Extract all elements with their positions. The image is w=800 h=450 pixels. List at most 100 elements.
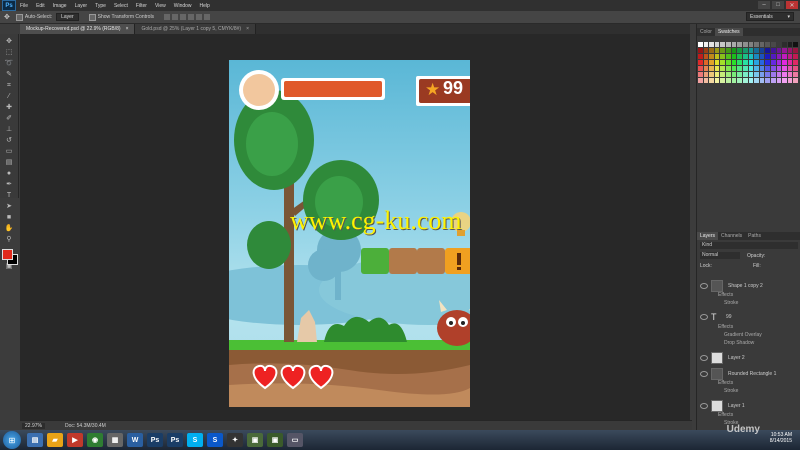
swatch[interactable] [742,54,748,59]
swatch[interactable] [714,72,720,77]
swatch[interactable] [726,72,731,77]
swatch[interactable] [748,66,754,71]
swatch[interactable] [770,60,776,65]
swatch[interactable] [782,48,787,53]
swatch[interactable] [776,42,782,47]
eye-icon[interactable] [700,283,708,289]
menu-file[interactable]: File [20,3,28,9]
swatch[interactable] [720,66,726,71]
swatch[interactable] [742,72,748,77]
swatch[interactable] [698,42,703,47]
swatch[interactable] [759,66,765,71]
system-clock[interactable]: 10:53 AM 8/14/2015 [770,432,792,444]
swatch[interactable] [731,72,737,77]
menu-filter[interactable]: Filter [136,3,147,9]
swatch[interactable] [737,78,742,83]
brush-tool-icon[interactable]: ✐ [4,115,14,123]
swatch[interactable] [742,78,748,83]
swatch[interactable] [793,60,798,65]
media-player-icon[interactable]: ▶ [67,433,83,447]
swatch[interactable] [776,48,782,53]
swatch[interactable] [776,54,782,59]
menu-view[interactable]: View [155,3,166,9]
start-button[interactable]: ⊞ [3,431,21,449]
swatch[interactable] [737,54,742,59]
swatch[interactable] [703,54,709,59]
swatch[interactable] [782,42,787,47]
swatch[interactable] [703,78,709,83]
auto-select-checkbox[interactable] [15,13,23,21]
dodge-tool-icon[interactable]: ● [4,170,14,178]
align-bottom-icon[interactable] [180,14,187,20]
eyedropper-tool-icon[interactable]: ⁄ [4,93,14,101]
app-3-icon[interactable]: ▣ [267,433,283,447]
swatch[interactable] [759,48,765,53]
swatch[interactable] [765,66,770,71]
zoom-level[interactable]: 22.97% [22,423,45,429]
swatch[interactable] [698,66,703,71]
chrome-icon[interactable]: ◉ [87,433,103,447]
eye-icon[interactable] [700,371,708,377]
swatch[interactable] [731,54,737,59]
swatch[interactable] [787,54,793,59]
swatch[interactable] [754,54,759,59]
swatch[interactable] [726,42,731,47]
hand-tool-icon[interactable]: ✋ [4,225,14,233]
swatch[interactable] [742,48,748,53]
swatch[interactable] [720,54,726,59]
path-select-tool-icon[interactable]: ➤ [4,203,14,211]
swatch[interactable] [770,72,776,77]
layer-row[interactable]: Layer 2 [696,352,800,364]
swatch[interactable] [709,48,714,53]
swatch[interactable] [726,66,731,71]
swatch[interactable] [748,42,754,47]
close-icon[interactable]: × [246,26,249,32]
shape-tool-icon[interactable]: ■ [4,214,14,222]
swatch[interactable] [726,78,731,83]
swatch[interactable] [793,42,798,47]
swatch[interactable] [748,54,754,59]
swatch[interactable] [737,60,742,65]
swatch[interactable] [793,66,798,71]
menu-type[interactable]: Type [95,3,106,9]
swatch[interactable] [770,78,776,83]
align-center-icon[interactable] [196,14,203,20]
swatch[interactable] [709,72,714,77]
swatch[interactable] [709,54,714,59]
swatch[interactable] [720,60,726,65]
swatch[interactable] [759,72,765,77]
auto-select-dropdown[interactable]: Layer [56,13,79,21]
menu-window[interactable]: Window [174,3,192,9]
folder-icon[interactable]: ▰ [47,433,63,447]
swatch[interactable] [714,48,720,53]
swatch[interactable] [754,66,759,71]
swatch[interactable] [731,78,737,83]
swatch[interactable] [787,72,793,77]
swatch[interactable] [703,48,709,53]
swatch[interactable] [776,72,782,77]
align-left-icon[interactable] [188,14,195,20]
menu-help[interactable]: Help [200,3,210,9]
swatch[interactable] [782,72,787,77]
move-tool-icon[interactable]: ✥ [4,13,10,21]
layer-row[interactable]: T 99 [696,312,800,322]
skype-2-icon[interactable]: S [207,433,223,447]
workspace-switcher[interactable]: Essentials ▾ [746,12,794,21]
swatch[interactable] [787,66,793,71]
swatch[interactable] [793,48,798,53]
calculator-icon[interactable]: ▦ [107,433,123,447]
zoom-tool-icon[interactable]: ⚲ [4,236,14,244]
swatch[interactable] [703,60,709,65]
swatch[interactable] [765,54,770,59]
swatch[interactable] [748,48,754,53]
move-tool-icon[interactable]: ✥ [4,38,14,46]
swatch[interactable] [703,72,709,77]
swatch[interactable] [737,66,742,71]
swatch[interactable] [748,78,754,83]
swatch[interactable] [793,78,798,83]
quick-select-tool-icon[interactable]: ✎ [4,71,14,79]
swatch[interactable] [776,60,782,65]
swatch[interactable] [709,66,714,71]
photoshop-2-taskbar-icon[interactable]: Ps [167,433,183,447]
stamp-tool-icon[interactable]: ⊥ [4,126,14,134]
